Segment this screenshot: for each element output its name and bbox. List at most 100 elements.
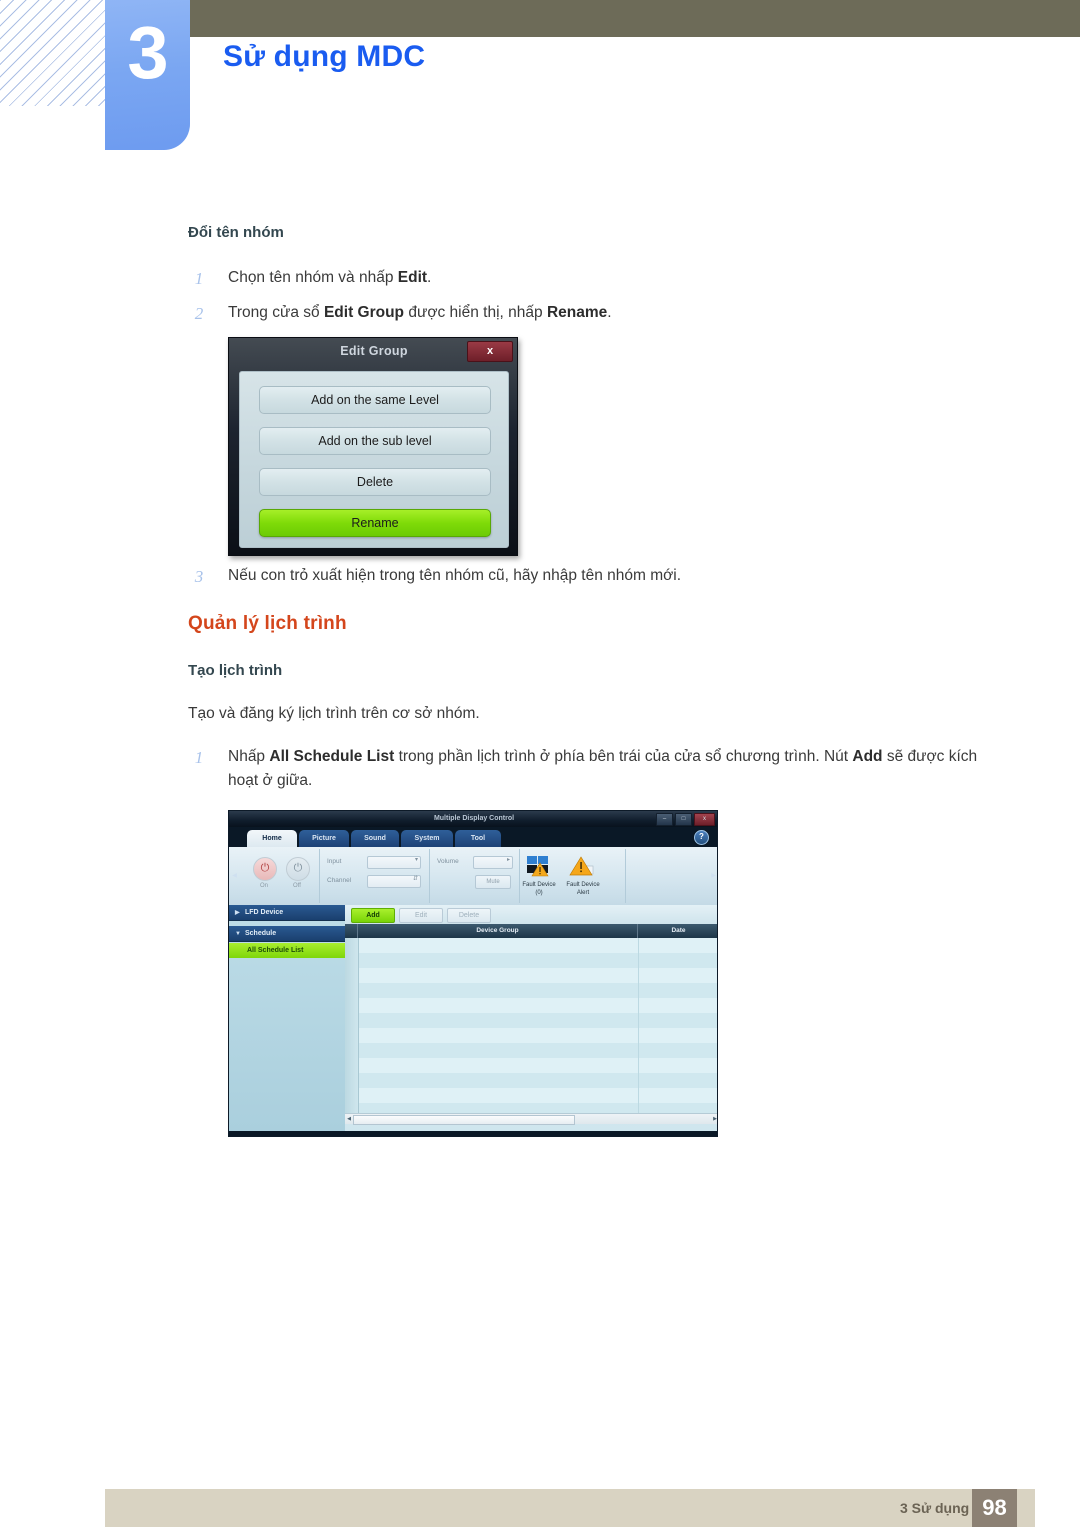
ribbon-scroll-left-icon[interactable]: ◀ (231, 871, 238, 882)
table-row[interactable] (345, 968, 717, 983)
channel-label: Channel (327, 877, 352, 884)
fault-device-group: Fault Device (0) Fault Device Alert (519, 849, 626, 903)
fault-device-alert-icon[interactable] (569, 855, 597, 879)
mdc-ribbon: ◀ ▶ ⏻ On ⏻ Off Input ▾ Channel ⇵ Volume … (229, 847, 717, 906)
scroll-left-icon[interactable]: ◀ (345, 1115, 353, 1123)
table-row[interactable] (345, 1073, 717, 1088)
edit-group-dialog: Edit Group x Add on the same Level Add o… (228, 337, 518, 556)
ribbon-scroll-right-icon[interactable]: ▶ (710, 871, 717, 882)
close-icon[interactable]: x (467, 341, 513, 362)
table-row[interactable] (345, 953, 717, 968)
delete-button: Delete (447, 908, 491, 923)
add-on-same-level-button[interactable]: Add on the same Level (259, 386, 491, 414)
tab-tool[interactable]: Tool (455, 830, 501, 847)
power-group: ⏻ On ⏻ Off (241, 849, 320, 903)
fault-device-alert-label: Fault Device Alert (566, 882, 600, 896)
sidebar-item-lfd-device[interactable]: ▶ LFD Device (229, 905, 345, 921)
mdc-sidebar: ▶ LFD Device ▼ Schedule All Schedule Lis… (229, 905, 345, 1131)
step-item: 1 Nhấp All Schedule List trong phần lịch… (195, 745, 993, 793)
sidebar-item-all-schedule-list[interactable]: All Schedule List (229, 943, 345, 958)
table-column-divider (638, 938, 639, 1118)
section-heading-schedule-management: Quản lý lịch trình (188, 613, 347, 634)
channel-stepper[interactable]: ⇵ (367, 875, 421, 888)
power-off-label: Off (293, 883, 301, 889)
power-on-icon[interactable]: ⏻ (253, 857, 277, 881)
decorative-hatch-pattern (0, 0, 106, 106)
volume-label: Volume (437, 858, 459, 865)
scrollbar-thumb[interactable] (353, 1115, 575, 1125)
input-select[interactable]: ▾ (367, 856, 421, 869)
mdc-window-title: Multiple Display Control (433, 815, 515, 822)
power-off-icon[interactable]: ⏻ (286, 857, 310, 881)
add-on-sub-level-button[interactable]: Add on the sub level (259, 427, 491, 455)
tab-home[interactable]: Home (247, 830, 297, 847)
add-button[interactable]: Add (351, 908, 395, 923)
chapter-number-box: 3 (105, 0, 190, 150)
header-olive-bar (190, 0, 1080, 37)
footer-band (105, 1489, 1035, 1527)
volume-select[interactable]: ▸ (473, 856, 513, 869)
step-text: Nhấp All Schedule List trong phần lịch t… (228, 748, 978, 790)
mdc-status-bar (229, 1128, 717, 1136)
schedule-intro-paragraph: Tạo và đăng ký lịch trình trên cơ sở nhó… (188, 705, 480, 722)
chevron-right-icon: ▶ (235, 910, 240, 916)
table-row[interactable] (345, 1013, 717, 1028)
input-channel-group: Input ▾ Channel ⇵ (319, 849, 430, 903)
help-icon[interactable]: ? (694, 830, 709, 845)
maximize-icon[interactable]: □ (675, 813, 692, 826)
table-row[interactable] (345, 938, 717, 953)
mdc-tab-bar: Home Picture Sound System Tool (229, 827, 717, 847)
page-number: 98 (972, 1489, 1017, 1527)
sidebar-item-schedule[interactable]: ▼ Schedule (229, 926, 345, 942)
table-row[interactable] (345, 998, 717, 1013)
mdc-title-bar: Multiple Display Control – □ x (229, 811, 717, 827)
step-number: 1 (194, 269, 204, 288)
step-text: Trong cửa sổ Edit Group được hiển thị, n… (228, 304, 612, 321)
edit-button: Edit (399, 908, 443, 923)
column-header-date[interactable]: Date (638, 924, 717, 938)
sidebar-item-label: LFD Device (245, 909, 284, 916)
chapter-number: 3 (127, 11, 168, 94)
step-number: 1 (194, 748, 204, 767)
step-text: Chọn tên nhóm và nhấp Edit. (228, 269, 432, 286)
window-controls: – □ x (656, 813, 715, 826)
step-text: Nếu con trỏ xuất hiện trong tên nhóm cũ,… (228, 567, 682, 584)
tab-picture[interactable]: Picture (299, 830, 349, 847)
chevron-down-icon: ▼ (235, 931, 241, 937)
schedule-table-body[interactable] (345, 938, 717, 1118)
volume-group: Volume ▸ Mute (429, 849, 520, 903)
delete-button[interactable]: Delete (259, 468, 491, 496)
mdc-main-panel: Add Edit Delete Device Group Date ◀ ▶ (345, 905, 717, 1131)
step-item: 1 Chọn tên nhóm và nhấp Edit. (195, 266, 928, 290)
close-icon[interactable]: x (694, 813, 715, 826)
page-title: Sử dụng MDC (223, 40, 426, 73)
tab-system[interactable]: System (401, 830, 453, 847)
column-header-select[interactable] (345, 924, 358, 938)
input-label: Input (327, 858, 342, 865)
table-row[interactable] (345, 1043, 717, 1058)
fault-device-label: Fault Device (0) (522, 882, 556, 896)
step-number: 2 (194, 304, 204, 323)
table-row[interactable] (345, 1088, 717, 1103)
fault-device-icon[interactable] (525, 855, 553, 879)
scroll-right-icon[interactable]: ▶ (711, 1115, 717, 1123)
section-heading-rename-group: Đổi tên nhóm (188, 224, 284, 241)
minimize-icon[interactable]: – (656, 813, 673, 826)
mute-button[interactable]: Mute (475, 875, 511, 889)
table-row-gutter (345, 938, 359, 1118)
table-row[interactable] (345, 1058, 717, 1073)
sidebar-item-label: Schedule (245, 930, 277, 937)
table-row[interactable] (345, 1028, 717, 1043)
schedule-toolbar: Add Edit Delete (345, 905, 717, 924)
table-header: Device Group Date (345, 924, 717, 938)
power-on-label: On (259, 883, 268, 889)
rename-button[interactable]: Rename (259, 509, 491, 537)
tab-sound[interactable]: Sound (351, 830, 399, 847)
horizontal-scrollbar[interactable]: ◀ ▶ (345, 1113, 717, 1125)
table-row[interactable] (345, 983, 717, 998)
column-header-device-group[interactable]: Device Group (358, 924, 638, 938)
dialog-body: Add on the same Level Add on the sub lev… (239, 371, 509, 548)
subsection-heading-create-schedule: Tạo lịch trình (188, 662, 283, 679)
step-item: 3 Nếu con trỏ xuất hiện trong tên nhóm c… (195, 564, 988, 588)
step-item: 2 Trong cửa sổ Edit Group được hiển thị,… (195, 301, 928, 325)
